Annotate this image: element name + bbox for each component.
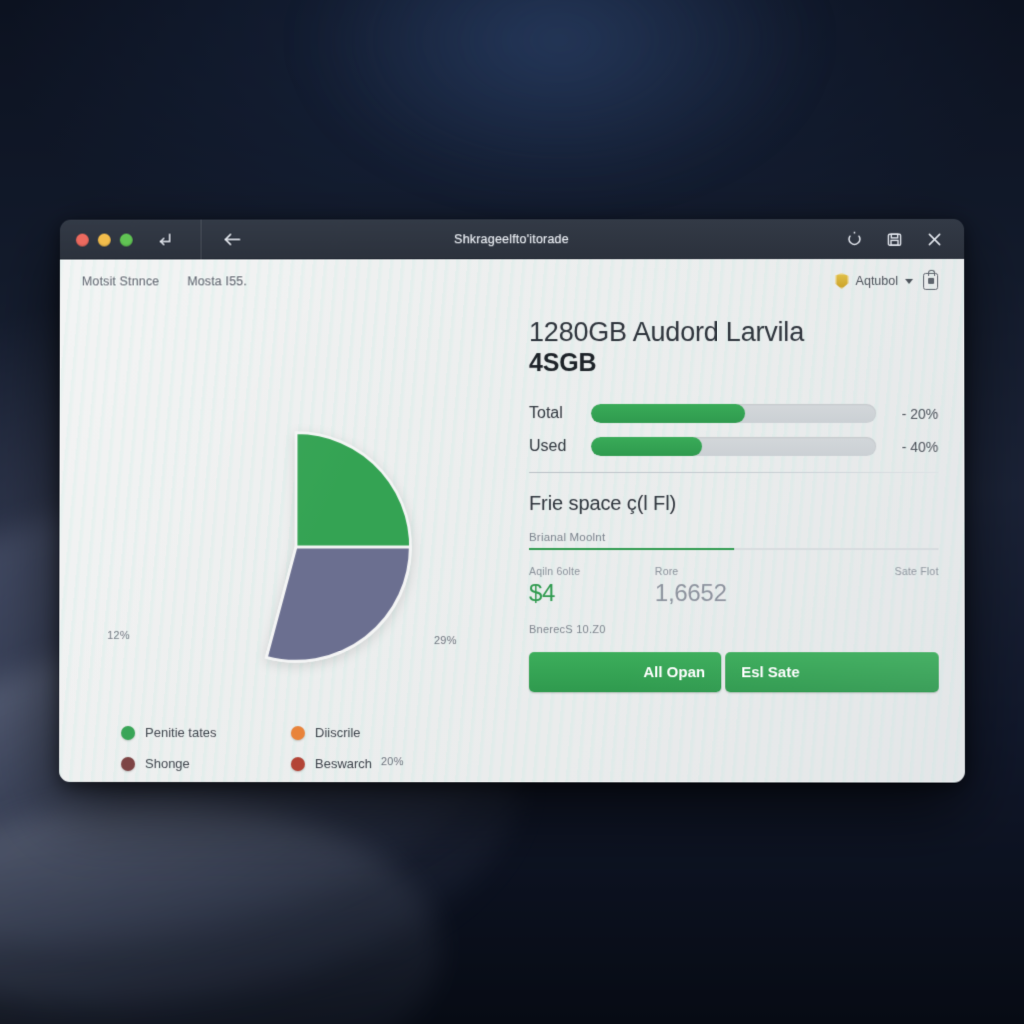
legend-item-3[interactable]: Beswarch <box>290 756 431 772</box>
free-space-meter: Brianal Moolnt <box>529 532 939 551</box>
bar-label-total: Total <box>528 404 563 422</box>
chevron-down-icon <box>905 278 914 284</box>
stat-2: Sate Flot <box>812 566 939 608</box>
account-label: Aqtubol <box>855 273 899 288</box>
desktop-glow <box>300 0 820 200</box>
usage-bars: Total - 20% Used - 40% <box>528 404 939 457</box>
pie-chart[interactable] <box>169 420 423 674</box>
window-titlebar: Shkrageelfto'itorade <box>59 218 965 260</box>
pie-label-left: 12% <box>107 629 130 642</box>
stat-1: Rore 1,6652 <box>655 566 813 608</box>
bar-pct-total: - 20% <box>901 405 939 422</box>
app-toolbar: Motsit Stnnce Mosta I55. Aqtubol <box>60 259 964 303</box>
legend-label-0: Penitie tates <box>145 724 217 741</box>
stat-caption-1: Rore <box>654 566 679 579</box>
refresh-icon[interactable] <box>838 225 870 253</box>
legend-swatch-3 <box>290 756 305 771</box>
legend-item-0[interactable]: Penitie tates <box>121 725 291 740</box>
action-buttons: All Opan Esl Sate <box>529 652 939 693</box>
stat-value-0: $4 <box>529 580 556 608</box>
stat-0: Aqiln 6olte $4 <box>529 566 655 608</box>
stats-row: Aqiln 6olte $4 Rore 1,6652 Sate Flot <box>529 566 939 608</box>
legend-label-3: Beswarch <box>314 756 373 772</box>
stat-caption-0: Aqiln 6olte <box>529 566 581 579</box>
account-menu[interactable]: Aqtubol <box>835 273 914 289</box>
legend-swatch-2 <box>121 756 136 771</box>
stat-value-1: 1,6652 <box>654 580 727 608</box>
pie-label-right: 29% <box>433 635 457 648</box>
usage-bar-row-total: Total - 20% <box>528 404 939 424</box>
zoom-traffic-light[interactable] <box>119 233 133 247</box>
app-window: Shkrageelfto'itorade Motsit Stnnce Mosta… <box>59 218 965 783</box>
bar-fill-total <box>590 404 745 424</box>
shield-icon <box>835 273 849 289</box>
app-body: Motsit Stnnce Mosta I55. Aqtubol 12% 29%… <box>59 258 965 783</box>
bar-label-used: Used <box>528 437 567 455</box>
chart-panel: 12% 29% 20% Penitie tates Diiscrile Shon… <box>81 303 511 782</box>
all-open-button[interactable]: All Opan <box>529 652 722 693</box>
breadcrumb-item-0[interactable]: Motsit Stnnce <box>82 274 159 288</box>
legend-item-2[interactable]: Shonge <box>121 756 291 771</box>
pie-slice-brow-ide[interactable] <box>264 545 412 663</box>
legend-swatch-0 <box>121 725 136 740</box>
meter-track[interactable] <box>529 548 939 551</box>
page-title: 1280GB Audord Larvila <box>528 316 805 348</box>
close-icon[interactable] <box>918 225 950 253</box>
bar-track-total[interactable] <box>590 404 877 424</box>
titlebar-divider <box>200 219 202 260</box>
meter-fill <box>529 548 734 551</box>
window-title: Shkrageelfto'itorade <box>454 232 569 247</box>
bar-fill-used <box>590 437 703 457</box>
stat-caption-2: Sate Flot <box>894 566 939 579</box>
save-disk-icon[interactable] <box>878 225 910 253</box>
titlebar-actions <box>838 225 950 253</box>
details-panel: 1280GB Audord Larvila 4SGB Total - 20% U… <box>511 303 939 783</box>
page-subtitle: 4SGB <box>528 349 597 378</box>
usage-bar-row-used: Used - 40% <box>528 437 939 457</box>
close-traffic-light[interactable] <box>75 233 89 247</box>
corner-arrow-icon[interactable] <box>149 226 181 254</box>
legend-item-1[interactable]: Diiscrile <box>290 725 431 741</box>
breadcrumb-item-1[interactable]: Mosta I55. <box>187 274 247 288</box>
bar-track-used[interactable] <box>590 437 877 457</box>
legend-label-2: Shonge <box>144 756 190 772</box>
section-divider <box>528 472 939 474</box>
toolbar-right-group: Aqtubol <box>835 272 939 290</box>
traffic-lights <box>75 233 133 247</box>
chart-legend: Penitie tates Diiscrile Shonge Beswarch <box>121 725 431 783</box>
footnote: BnerecS 10.Z0 <box>529 624 606 637</box>
free-space-title: Frie space ç(l Fl) <box>529 493 677 516</box>
legend-swatch-1 <box>290 725 305 740</box>
bar-pct-used: - 40% <box>901 438 939 455</box>
back-arrow-icon[interactable] <box>215 225 247 253</box>
est-state-button[interactable]: Esl Sate <box>725 652 939 693</box>
meter-label: Brianal Moolnt <box>529 532 606 545</box>
pie-chart-svg <box>264 431 412 663</box>
legend-label-1: Diiscrile <box>314 725 361 741</box>
lock-icon[interactable] <box>923 272 939 290</box>
minimize-traffic-light[interactable] <box>97 233 111 247</box>
main-content: 12% 29% 20% Penitie tates Diiscrile Shon… <box>59 303 965 783</box>
